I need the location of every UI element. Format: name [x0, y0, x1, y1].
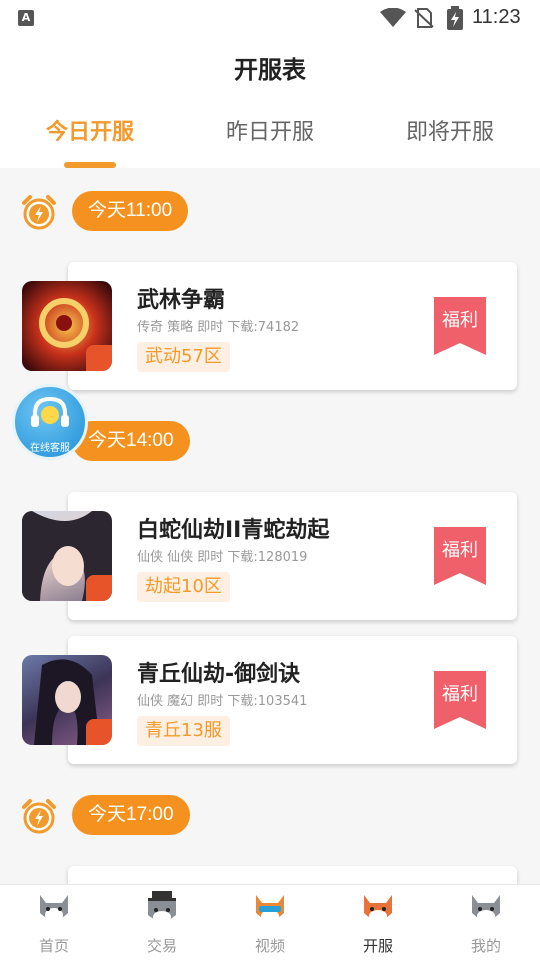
- time-group-header: 今天17:00: [0, 795, 540, 839]
- time-pill: 今天17:00: [72, 795, 190, 835]
- game-meta: 仙侠 仙侠 即时 下载:128019: [137, 550, 308, 565]
- nav-video[interactable]: 视频: [216, 885, 324, 960]
- brand-badge-icon: [86, 575, 112, 601]
- nav-label: 开服: [362, 937, 393, 955]
- game-name: 白蛇仙劫II青蛇劫起: [137, 518, 330, 543]
- bottom-nav: 首页 交易 视频 开服 我的: [0, 884, 540, 960]
- nav-label: 交易: [146, 937, 177, 955]
- nav-server[interactable]: 开服: [324, 885, 432, 960]
- battery-charging-icon: [447, 6, 463, 30]
- game-meta: 仙侠 魔幻 即时 下载:103541: [137, 694, 308, 709]
- game-name: 武林争霸: [137, 288, 226, 313]
- status-bar: A 11:23: [0, 0, 540, 36]
- headset-icon: [31, 396, 69, 427]
- tab-yesterday[interactable]: 昨日开服: [180, 114, 360, 146]
- warrior-dragon-icon: [22, 281, 112, 371]
- nav-trade[interactable]: 交易: [108, 885, 216, 960]
- page-title: 开服表: [234, 56, 306, 84]
- server-tag: 劫起10区: [137, 572, 230, 602]
- tab-today[interactable]: 今日开服: [0, 114, 180, 146]
- nav-home[interactable]: 首页: [0, 885, 108, 960]
- header: 开服表 今日开服 昨日开服 即将开服: [0, 36, 540, 168]
- game-card[interactable]: 青丘仙劫-御剑诀 仙侠 魔幻 即时 下载:103541 青丘13服 福利: [22, 636, 517, 764]
- server-tag: 青丘13服: [137, 716, 230, 746]
- fox-video-icon: [256, 895, 284, 922]
- nav-label: 我的: [470, 937, 501, 955]
- white-snake-girl-icon: [22, 511, 112, 601]
- nav-profile[interactable]: 我的: [432, 885, 540, 960]
- time-pill: 今天11:00: [72, 191, 189, 231]
- notification-a-icon: A: [18, 10, 34, 26]
- wolf-profile-icon: [472, 895, 500, 922]
- alarm-clock-icon: [22, 799, 56, 834]
- game-card[interactable]: 武林争霸 传奇 策略 即时 下载:74182 武动57区 福利: [22, 262, 517, 390]
- active-tab-indicator: [64, 162, 116, 168]
- game-name: 青丘仙劫-御剑诀: [137, 662, 301, 687]
- wifi-icon: [380, 8, 406, 27]
- server-tag: 武动57区: [137, 342, 230, 372]
- alarm-clock-icon: [22, 195, 56, 230]
- wolf-trade-icon: [148, 891, 176, 923]
- no-sim-icon: [414, 8, 434, 28]
- bonus-label[interactable]: 福利: [434, 680, 486, 706]
- nav-label: 首页: [38, 937, 69, 955]
- time-group-header: 今天11:00: [0, 191, 540, 235]
- brand-badge-icon: [86, 345, 112, 371]
- clock: 11:23: [472, 6, 521, 28]
- customer-service-label[interactable]: 在线客服: [15, 439, 85, 454]
- game-meta: 传奇 策略 即时 下载:74182: [137, 320, 300, 335]
- customer-service-button[interactable]: 在线客服: [12, 384, 88, 460]
- wolf-home-icon: [40, 895, 68, 922]
- bonus-label[interactable]: 福利: [434, 536, 486, 562]
- fox-server-icon: [364, 895, 392, 922]
- game-card[interactable]: 白蛇仙劫II青蛇劫起 仙侠 仙侠 即时 下载:128019 劫起10区 福利: [22, 492, 517, 620]
- qingqiu-girl-icon: [22, 655, 112, 745]
- nav-label: 视频: [254, 937, 285, 955]
- bonus-label[interactable]: 福利: [434, 306, 486, 332]
- time-pill: 今天14:00: [72, 421, 190, 461]
- brand-badge-icon: [86, 719, 112, 745]
- tab-upcoming[interactable]: 即将开服: [360, 114, 540, 146]
- tab-bar: 今日开服 昨日开服 即将开服: [0, 114, 540, 168]
